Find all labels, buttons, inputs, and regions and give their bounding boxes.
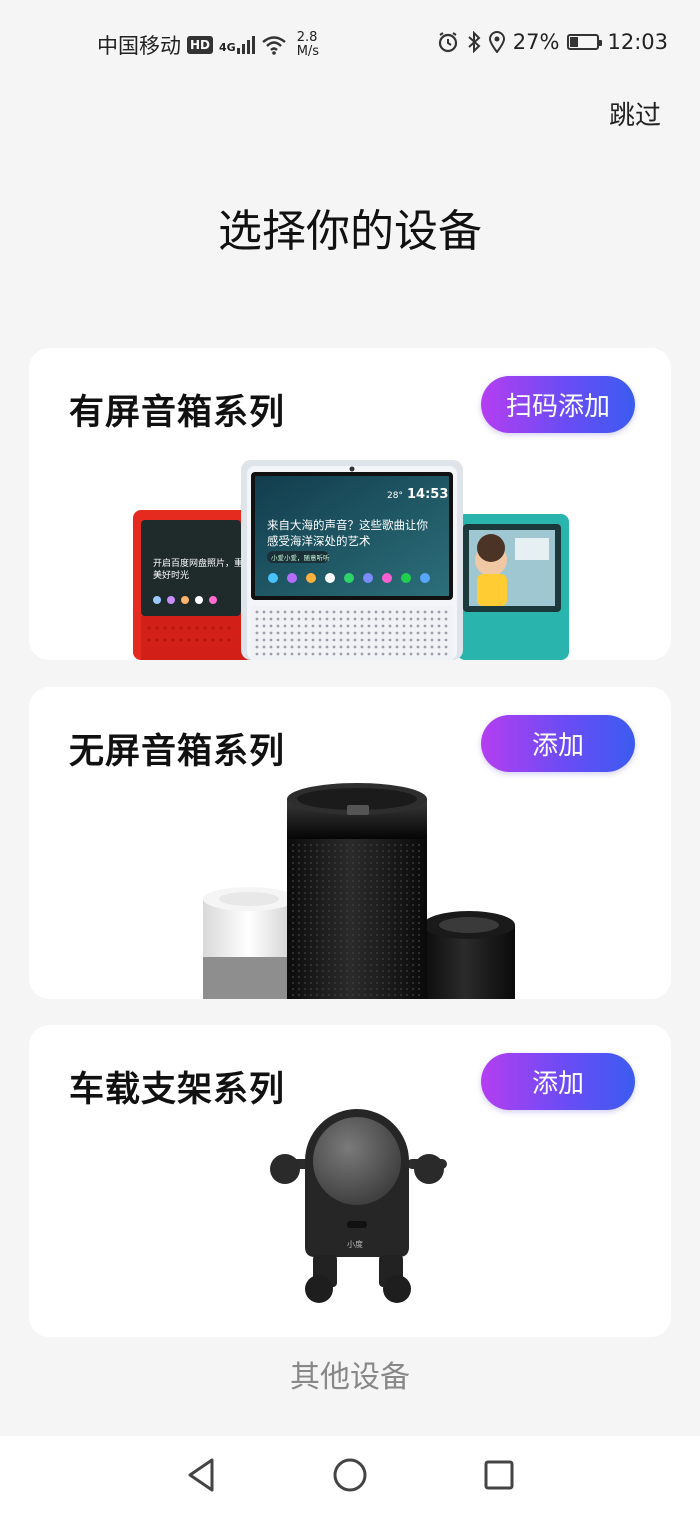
- home-icon[interactable]: [332, 1456, 368, 1494]
- screen-time: 14:53: [407, 487, 448, 502]
- network-type: 4G: [219, 41, 236, 54]
- screen-caption-2: 感受海洋深处的艺术: [267, 534, 371, 548]
- other-devices-link[interactable]: 其他设备: [0, 1352, 700, 1396]
- page-title: 选择你的设备: [218, 206, 482, 257]
- battery-percent: 27%: [512, 30, 560, 54]
- status-right: 27% 12:03: [437, 30, 668, 54]
- screen-app-icons: [268, 573, 430, 583]
- screen-hint: 小爱小爱，随意听听: [271, 553, 330, 562]
- card-car-mount[interactable]: 车载支架系列 添加 小度: [29, 1025, 671, 1337]
- network-speed: 2.8 M/s: [297, 31, 319, 59]
- card-audio-speakers[interactable]: 无屏音箱系列 添加: [29, 687, 671, 999]
- wifi-icon: [261, 36, 286, 55]
- back-icon[interactable]: [184, 1456, 218, 1494]
- status-bar: 中国移动 HD 4G 2.8 M/s 27% 12:03: [0, 0, 700, 86]
- card-screen-speakers[interactable]: 有屏音箱系列 扫码添加 开启百度网盘照片，重 美好时光 14:53 28° 来自…: [29, 348, 671, 660]
- location-icon: [488, 31, 505, 53]
- screen-speakers-image: 开启百度网盘照片，重 美好时光 14:53 28° 来自大海的声音？这些歌曲让你…: [133, 460, 569, 660]
- left-screen-text-2: 美好时光: [153, 569, 189, 581]
- device-logo: 小度: [347, 1239, 363, 1249]
- audio-speakers-image: [203, 783, 515, 999]
- status-left: 中国移动 HD 4G 2.8 M/s: [97, 30, 319, 60]
- alarm-icon: [438, 32, 457, 53]
- carrier-name: 中国移动: [97, 34, 181, 58]
- navigation-bar: [0, 1436, 700, 1516]
- hd-badge: HD: [187, 36, 214, 54]
- screen-weather: 28°: [387, 491, 403, 501]
- speed-unit: M/s: [296, 44, 320, 59]
- battery-icon: [567, 34, 603, 50]
- clock: 12:03: [607, 30, 668, 54]
- car-mount-image: 小度: [270, 1109, 447, 1303]
- speed-value: 2.8: [296, 30, 318, 45]
- left-screen-text-1: 开启百度网盘照片，重: [153, 557, 243, 569]
- recents-icon[interactable]: [482, 1456, 516, 1494]
- battery-level: [570, 37, 579, 47]
- skip-button[interactable]: 跳过: [609, 95, 661, 132]
- screen-caption-1: 来自大海的声音？这些歌曲让你: [267, 518, 428, 532]
- speaker-grille: [251, 606, 453, 660]
- bluetooth-icon: [468, 31, 481, 53]
- signal-icon: 4G: [219, 36, 255, 54]
